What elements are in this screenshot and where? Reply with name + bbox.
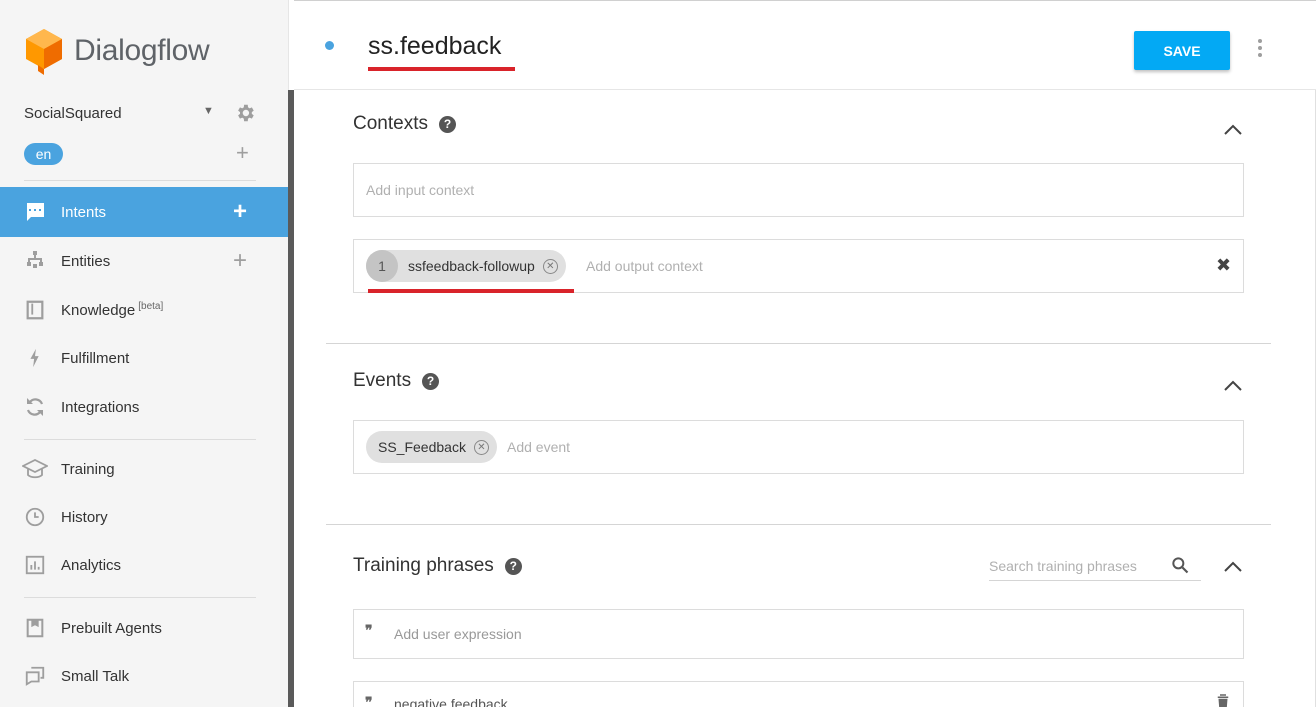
sidebar-item-history[interactable]: History [0, 492, 288, 542]
fulfillment-icon [22, 345, 48, 371]
knowledge-icon [22, 297, 48, 323]
sidebar-divider [24, 180, 256, 181]
output-context-field[interactable]: 1 ssfeedback-followup ✕ Add output conte… [353, 239, 1244, 293]
events-section-title: Events ? [353, 370, 440, 392]
sidebar-divider [24, 439, 256, 440]
sidebar-item-training[interactable]: Training [0, 444, 288, 494]
sidebar-item-intents[interactable]: Intents + [0, 187, 288, 237]
section-divider [326, 524, 1271, 525]
sidebar-item-small-talk[interactable]: Small Talk [0, 651, 288, 701]
highlight-underline [368, 289, 574, 293]
search-training-phrases[interactable]: Search training phrases [989, 555, 1201, 581]
sidebar-item-label: Integrations [61, 398, 140, 416]
intent-name[interactable]: ss.feedback [368, 32, 501, 61]
chevron-up-icon[interactable] [1223, 124, 1243, 136]
sidebar-divider [24, 597, 256, 598]
sidebar-item-knowledge[interactable]: Knowledge [beta] [0, 285, 288, 335]
add-language-icon[interactable]: + [236, 140, 249, 166]
help-icon[interactable]: ? [438, 115, 456, 133]
small-talk-icon [22, 663, 48, 689]
sidebar-item-prebuilt-agents[interactable]: Prebuilt Agents [0, 603, 288, 653]
sidebar-item-label: Knowledge [beta] [61, 301, 164, 319]
gear-icon[interactable] [234, 102, 256, 124]
input-context-field[interactable]: Add input context [353, 163, 1244, 217]
quote-icon: ❞ [365, 695, 373, 707]
agent-name: SocialSquared [24, 105, 122, 122]
beta-badge: [beta] [138, 301, 164, 312]
clear-icon[interactable]: ✖ [1216, 255, 1231, 276]
help-icon[interactable]: ? [422, 372, 440, 390]
save-button[interactable]: SAVE [1134, 31, 1230, 70]
input-context-placeholder: Add input context [366, 182, 475, 198]
section-title-text: Training phrases [353, 555, 494, 576]
training-phrases-section-title: Training phrases ? [353, 555, 522, 577]
priority-dot-icon[interactable] [325, 41, 334, 50]
chevron-up-icon[interactable] [1223, 561, 1243, 573]
sidebar-item-label: Prebuilt Agents [61, 619, 162, 637]
dialogflow-logo-icon [26, 29, 62, 75]
remove-chip-icon[interactable]: ✕ [473, 439, 489, 455]
sidebar-item-integrations[interactable]: Integrations [0, 382, 288, 432]
section-title-text: Events [353, 370, 412, 391]
sidebar-item-label: Small Talk [61, 667, 130, 685]
event-chip[interactable]: SS_Feedback ✕ [366, 431, 497, 463]
context-lifespan[interactable]: 1 [366, 250, 398, 282]
section-title-text: Contexts [353, 113, 428, 134]
quote-icon: ❞ [365, 623, 373, 639]
agent-selector[interactable]: SocialSquared ▼ [24, 103, 264, 125]
intent-header: ss.feedback SAVE [294, 0, 1316, 90]
training-phrase-row[interactable]: ❞ negative feedback [353, 681, 1244, 707]
logo[interactable]: Dialogflow [24, 26, 210, 76]
language-row: en + [24, 140, 264, 166]
help-icon[interactable]: ? [504, 557, 522, 575]
sidebar-item-label: Entities [61, 252, 111, 270]
training-icon [22, 456, 48, 482]
prebuilt-agents-icon [22, 615, 48, 641]
sidebar-item-label: Training [61, 460, 115, 478]
language-pill[interactable]: en [24, 143, 63, 165]
more-vert-icon[interactable] [1252, 37, 1268, 61]
sidebar-item-label: Fulfillment [61, 349, 130, 367]
add-user-expression-field[interactable]: ❞ Add user expression [353, 609, 1244, 659]
intents-icon [22, 199, 48, 225]
delete-icon[interactable] [1214, 692, 1232, 707]
sidebar-item-entities[interactable]: Entities + [0, 236, 288, 286]
add-intent-icon[interactable]: + [233, 200, 247, 224]
sidebar-item-label: Analytics [61, 556, 122, 574]
training-phrase-text[interactable]: negative feedback [394, 696, 508, 707]
add-entity-icon[interactable]: + [233, 249, 247, 273]
sidebar-item-label: History [61, 508, 108, 526]
output-context-placeholder: Add output context [586, 258, 703, 274]
search-icon[interactable] [1170, 555, 1190, 575]
analytics-icon [22, 552, 48, 578]
context-name: ssfeedback-followup [408, 258, 535, 274]
sidebar: Dialogflow SocialSquared ▼ en + Intents … [0, 0, 288, 707]
sidebar-item-label: Intents [61, 203, 107, 221]
event-name: SS_Feedback [378, 439, 466, 455]
brand-name: Dialogflow [74, 34, 210, 67]
output-context-chip[interactable]: 1 ssfeedback-followup ✕ [366, 250, 566, 282]
integrations-icon [22, 394, 48, 420]
search-placeholder: Search training phrases [989, 558, 1137, 574]
section-divider [326, 343, 1271, 344]
sidebar-item-fulfillment[interactable]: Fulfillment [0, 333, 288, 383]
add-expression-placeholder: Add user expression [394, 626, 522, 642]
caret-down-icon[interactable]: ▼ [203, 105, 214, 117]
contexts-section-title: Contexts ? [353, 113, 456, 135]
intent-editor: Contexts ? Add input context 1 ssfeedbac… [294, 90, 1316, 707]
highlight-underline [368, 67, 515, 71]
history-icon [22, 504, 48, 530]
dialogflow-app: Dialogflow SocialSquared ▼ en + Intents … [0, 0, 1316, 707]
sidebar-item-analytics[interactable]: Analytics [0, 540, 288, 590]
events-field[interactable]: SS_Feedback ✕ Add event [353, 420, 1244, 474]
remove-chip-icon[interactable]: ✕ [542, 258, 558, 274]
event-placeholder: Add event [507, 439, 571, 455]
entities-icon [22, 248, 48, 274]
chevron-up-icon[interactable] [1223, 380, 1243, 392]
